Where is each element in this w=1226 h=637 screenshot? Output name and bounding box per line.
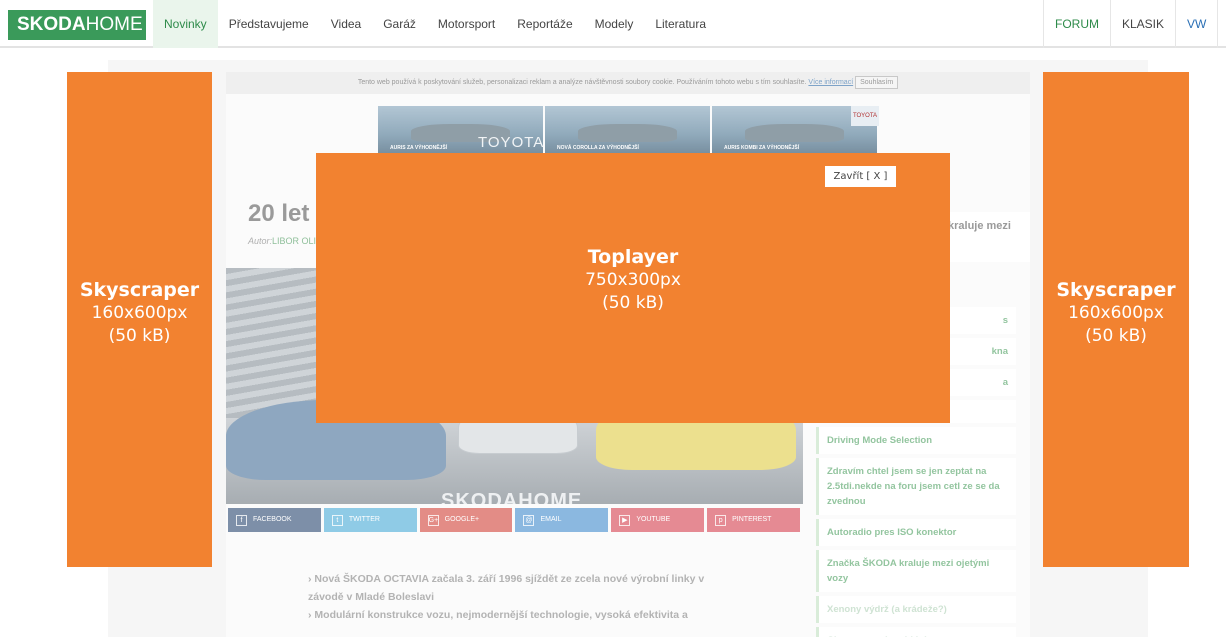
author-prefix: Autor: bbox=[248, 236, 273, 246]
share-facebook-button[interactable]: f FACEBOOK bbox=[228, 508, 321, 532]
nav-item-modely[interactable]: Modely bbox=[584, 0, 645, 48]
cookie-bar: Tento web používá k poskytování služeb, … bbox=[226, 72, 1030, 94]
sidebar-heading[interactable]: kraluje mezi bbox=[948, 220, 1011, 232]
nav-item-klasik[interactable]: KLASIK bbox=[1111, 0, 1175, 48]
lead-paragraph: › Modulární konstrukce vozu, nejmoderněj… bbox=[308, 609, 688, 621]
main-menu: Novinky Představujeme Videa Garáž Motors… bbox=[153, 0, 717, 48]
nav-item-reportaze[interactable]: Reportáže bbox=[506, 0, 583, 48]
sidebar-link[interactable]: Xenony výdrž (a krádeže?) bbox=[816, 596, 1016, 623]
article-author: Autor:LIBOR OLI bbox=[248, 236, 316, 246]
share-label: PINTEREST bbox=[732, 516, 772, 523]
banner-caption: AURIS ZA VÝHODNĚJŠÍ bbox=[390, 145, 448, 151]
banner-caption: AURIS KOMBI ZA VÝHODNĚJŠÍ bbox=[724, 145, 800, 151]
toplayer-ad[interactable]: Zavřít [ X ] Toplayer 750x300px (50 kB) bbox=[316, 153, 950, 423]
share-google-button[interactable]: G+ GOOGLE+ bbox=[419, 508, 513, 532]
nav-item-literatura[interactable]: Literatura bbox=[644, 0, 717, 48]
secondary-menu: FORUM KLASIK VW bbox=[1043, 0, 1226, 48]
cookie-accept-button[interactable]: Souhlasím bbox=[855, 76, 899, 89]
share-label: YOUTUBE bbox=[636, 516, 671, 523]
ad-size: 160x600px bbox=[1068, 303, 1164, 323]
share-pinterest-button[interactable]: p PINTEREST bbox=[707, 508, 800, 532]
share-label: FACEBOOK bbox=[253, 516, 292, 523]
toyota-banner[interactable]: AURIS ZA VÝHODNĚJŠÍ NOVÁ COROLLA ZA VÝHO… bbox=[378, 106, 879, 154]
ad-name: Skyscraper bbox=[1056, 279, 1176, 301]
email-icon: @ bbox=[523, 514, 535, 526]
skyscraper-ad-left[interactable]: Skyscraper 160x600px (50 kB) bbox=[67, 72, 212, 567]
nav-item-predstavujeme[interactable]: Představujeme bbox=[218, 0, 320, 48]
youtube-icon: ▶ bbox=[619, 514, 631, 526]
ad-label: Toplayer 750x300px (50 kB) bbox=[316, 245, 950, 315]
nav-item-garaz[interactable]: Garáž bbox=[372, 0, 427, 48]
ad-weight: (50 kB) bbox=[108, 326, 171, 346]
ad-name: Toplayer bbox=[587, 246, 679, 268]
ad-size: 750x300px bbox=[585, 270, 681, 290]
nav-item-vw[interactable]: VW bbox=[1176, 0, 1217, 48]
nav-item-novinky[interactable]: Novinky bbox=[153, 0, 218, 48]
banner-panel: NOVÁ COROLLA ZA VÝHODNĚJŠÍ bbox=[545, 106, 710, 154]
ad-name: Skyscraper bbox=[79, 279, 200, 301]
pinterest-icon: p bbox=[715, 514, 727, 526]
article-lead: › Nová ŠKODA OCTAVIA začala 3. září 1996… bbox=[308, 570, 708, 624]
ad-badge[interactable]: TOYOTA bbox=[851, 106, 879, 126]
site-logo[interactable]: SKODAHOME bbox=[8, 10, 146, 40]
twitter-icon: t bbox=[331, 514, 343, 526]
share-label: EMAIL bbox=[540, 516, 562, 523]
sidebar-link[interactable]: Autoradio pres ISO konektor bbox=[816, 519, 1016, 546]
top-navigation: SKODAHOME Novinky Představujeme Videa Ga… bbox=[0, 0, 1226, 48]
ad-size: 160x600px bbox=[91, 303, 188, 323]
article-title: 20 let bbox=[248, 200, 310, 227]
share-email-button[interactable]: @ EMAIL bbox=[515, 508, 609, 532]
photo-watermark: SKODAHOME bbox=[441, 490, 583, 504]
car-image bbox=[578, 124, 677, 142]
close-button[interactable]: Zavřít [ X ] bbox=[825, 166, 896, 187]
banner-caption: NOVÁ COROLLA ZA VÝHODNĚJŠÍ bbox=[557, 145, 639, 151]
nav-item-videa[interactable]: Videa bbox=[320, 0, 372, 48]
author-name[interactable]: LIBOR OLI bbox=[272, 236, 316, 246]
ad-label: Skyscraper 160x600px (50 kB) bbox=[1043, 278, 1189, 348]
share-youtube-button[interactable]: ▶ YOUTUBE bbox=[611, 508, 705, 532]
search-icon[interactable] bbox=[1218, 0, 1226, 48]
share-label: GOOGLE+ bbox=[444, 516, 480, 523]
cookie-text: Tento web používá k poskytování služeb, … bbox=[357, 79, 807, 86]
share-twitter-button[interactable]: t TWITTER bbox=[323, 508, 417, 532]
cookie-more-link[interactable]: Více informací bbox=[808, 79, 853, 86]
skyscraper-ad-right[interactable]: Skyscraper 160x600px (50 kB) bbox=[1043, 72, 1189, 567]
nav-item-forum[interactable]: FORUM bbox=[1044, 0, 1110, 48]
ad-weight: (50 kB) bbox=[602, 293, 664, 313]
car-image bbox=[745, 124, 844, 142]
ad-label: Skyscraper 160x600px (50 kB) bbox=[67, 278, 212, 348]
sidebar-link[interactable]: Driving Mode Selection bbox=[816, 427, 1016, 454]
ad-weight: (50 kB) bbox=[1085, 326, 1147, 346]
share-bar: f FACEBOOK t TWITTER G+ GOOGLE+ @ EMAIL ▶ YOU… bbox=[228, 508, 800, 532]
sidebar-link[interactable]: Značka ŠKODA kraluje mezi ojetými vozy bbox=[816, 550, 1016, 592]
sidebar-link[interactable]: Chrome puzdrový klub bbox=[816, 627, 1016, 637]
facebook-icon: f bbox=[236, 514, 247, 526]
toyota-brand: TOYOTA bbox=[478, 134, 545, 151]
sidebar-link[interactable]: Zdravím chtel jsem se jen zeptat na 2.5t… bbox=[816, 458, 1016, 515]
share-label: TWITTER bbox=[348, 516, 380, 523]
google-plus-icon: G+ bbox=[427, 514, 439, 526]
nav-item-motorsport[interactable]: Motorsport bbox=[427, 0, 506, 48]
lead-paragraph: › Nová ŠKODA OCTAVIA začala 3. září 1996… bbox=[308, 573, 705, 603]
